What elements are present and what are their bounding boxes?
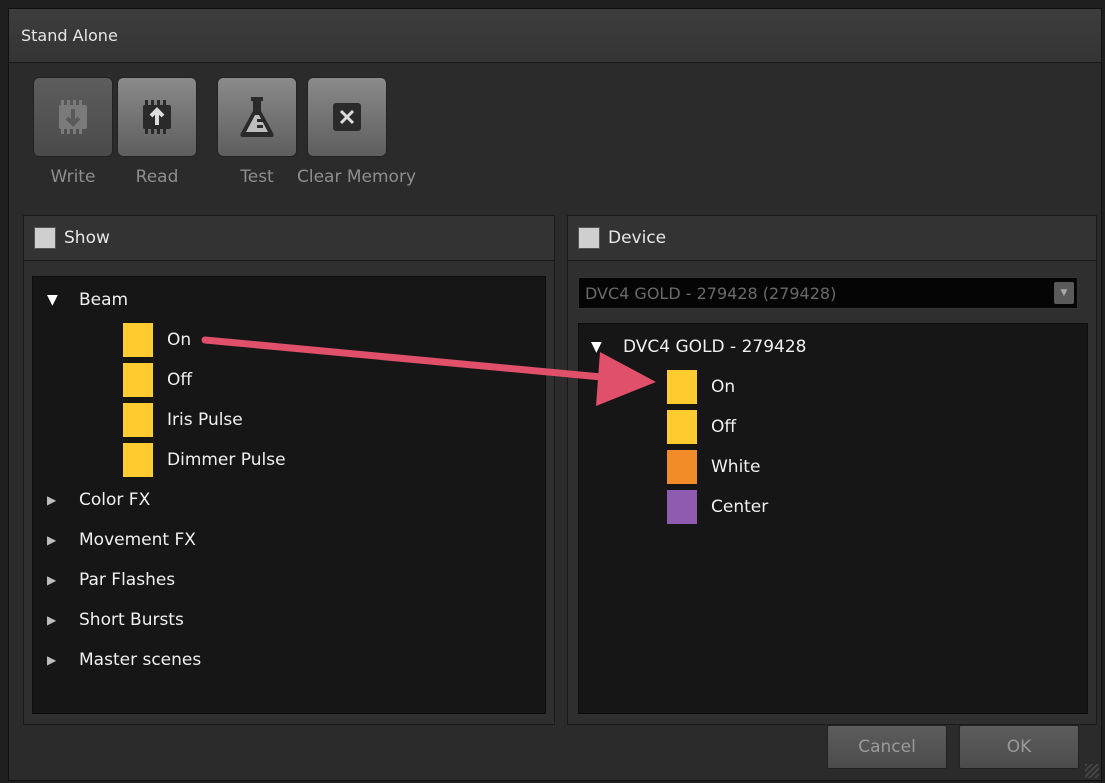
annotation-arrow-shaft — [201, 336, 616, 382]
annotation-arrow-head — [596, 352, 656, 406]
annotation-arrow — [201, 336, 656, 406]
